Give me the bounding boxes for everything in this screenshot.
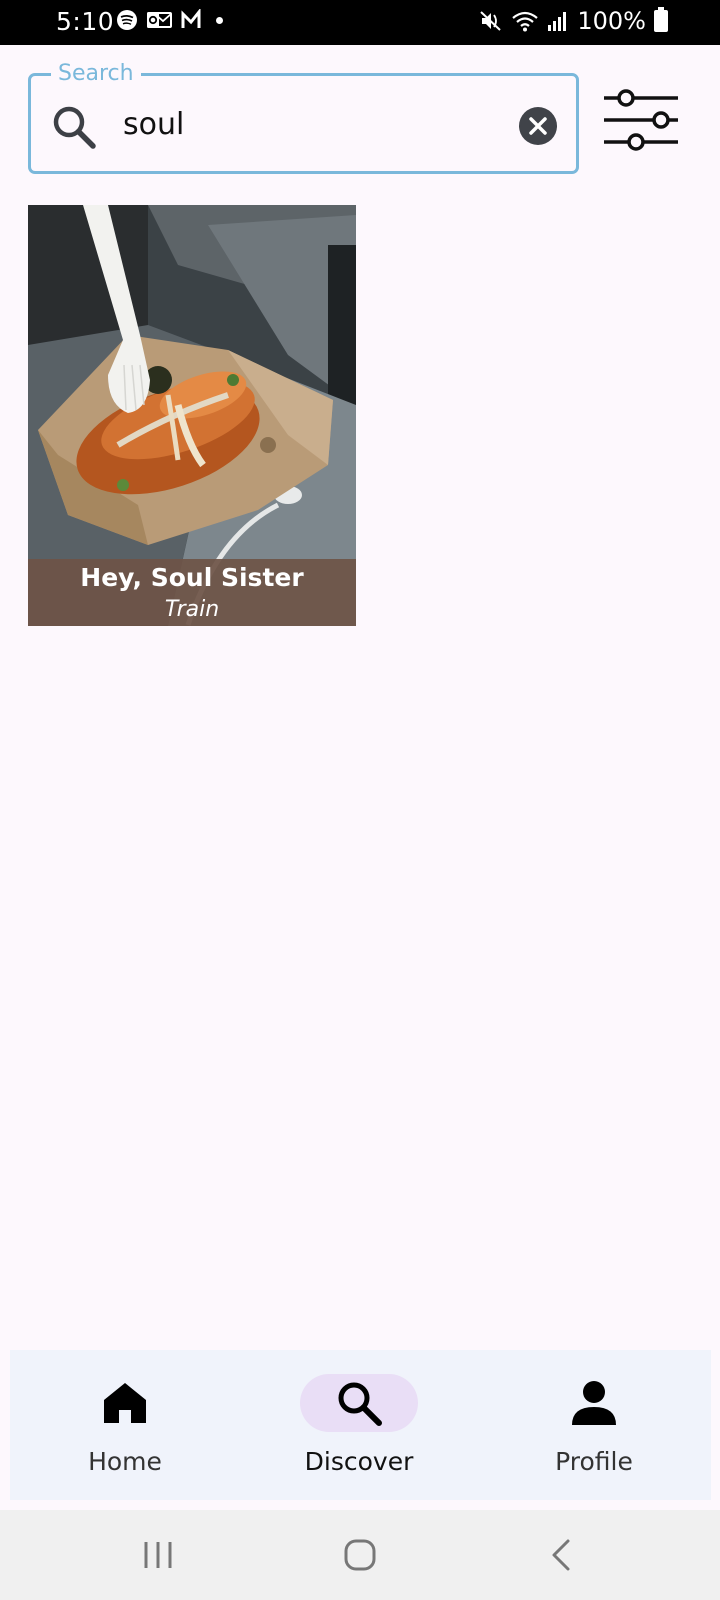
mute-icon [480,11,502,31]
nav-item-profile[interactable]: Profile [494,1350,694,1500]
card-title: Hey, Soul Sister [80,563,304,592]
system-navigation-bar [0,1510,720,1600]
home-circle-icon[interactable] [330,1530,390,1580]
search-input[interactable] [123,102,483,146]
card-caption: Hey, Soul Sister Train [28,559,356,626]
close-icon [529,117,547,135]
nav-item-discover[interactable]: Discover [259,1350,459,1500]
m-app-icon [181,9,201,28]
card-subtitle: Train [164,597,220,622]
status-bar: 5:10 100% [0,0,720,45]
wifi-icon [512,11,539,32]
search-label: Search [51,61,141,87]
nav-label-home: Home [88,1447,162,1476]
battery-percent: 100% [577,7,646,35]
recent-apps-icon[interactable] [128,1530,188,1580]
spotify-icon [117,10,137,30]
search-icon [53,106,96,149]
signal-icon [548,12,567,31]
result-card[interactable]: Hey, Soul Sister Train [28,205,356,626]
home-icon [104,1383,146,1423]
nav-item-home[interactable]: Home [25,1350,225,1500]
person-icon [572,1381,616,1425]
status-time: 5:10 [56,7,115,36]
mail-app-icon [147,12,172,28]
filter-sliders-icon[interactable] [602,88,680,152]
notification-icons [116,9,223,31]
nav-label-profile: Profile [555,1447,633,1476]
search-icon [338,1382,382,1426]
search-field[interactable]: Search [28,61,579,174]
back-icon[interactable] [532,1530,592,1580]
more-notifications-dot [216,16,223,24]
nav-label-discover: Discover [304,1447,414,1476]
clear-search-button[interactable] [519,107,557,145]
status-right: 100% [479,7,668,35]
bottom-navigation: Home Discover Profile [10,1350,711,1500]
battery-icon [654,7,668,32]
